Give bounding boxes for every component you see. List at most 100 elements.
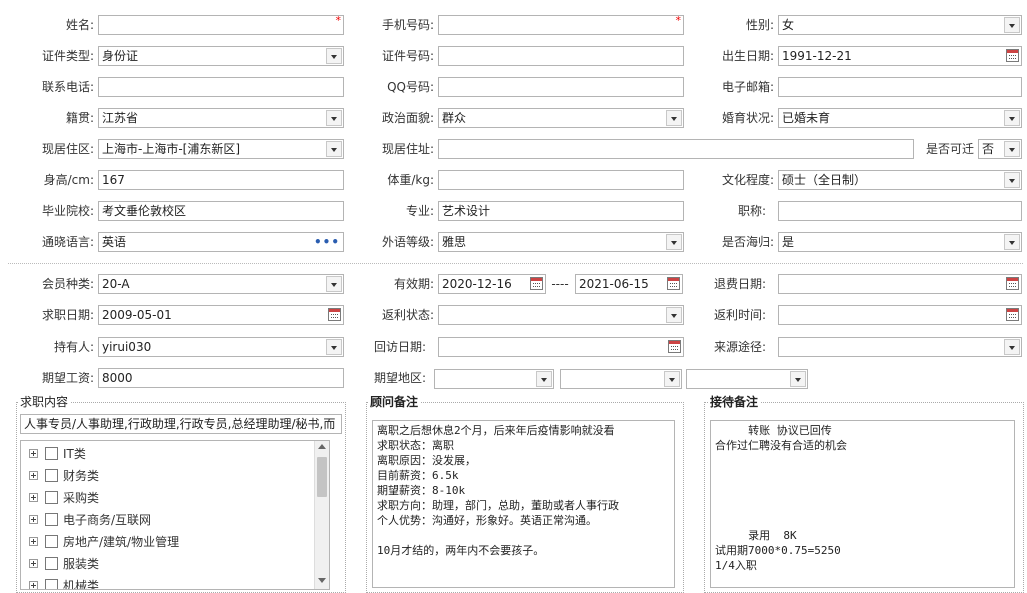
residence-address-label: 现居住址:: [381, 142, 434, 156]
political-value: 群众: [442, 111, 467, 125]
marital-select[interactable]: 已婚未育: [778, 108, 1022, 128]
calendar-icon[interactable]: [530, 277, 543, 290]
salary-label: 期望工资:: [41, 371, 94, 385]
region-city-select[interactable]: [560, 369, 682, 389]
scrollbar-thumb[interactable]: [317, 457, 327, 497]
plus-box-icon[interactable]: [29, 493, 38, 502]
language-field[interactable]: 英语 •••: [98, 232, 344, 252]
chevron-down-icon[interactable]: [326, 276, 342, 292]
chevron-down-icon[interactable]: [666, 110, 682, 126]
scroll-up-icon[interactable]: [318, 444, 326, 449]
residence-area-select[interactable]: 上海市-上海市-[浦东新区]: [98, 139, 344, 159]
checkbox-icon[interactable]: [45, 447, 58, 460]
member-type-select[interactable]: 20-A: [98, 274, 344, 294]
job-category-tree[interactable]: IT类 财务类 采购类 电子商务/互联网 房地产/建筑/物业管理 服装类 机械类: [20, 440, 330, 590]
holder-select[interactable]: yirui030: [98, 337, 344, 357]
plus-box-icon[interactable]: [29, 559, 38, 568]
valid-from-field[interactable]: 2020-12-16: [438, 274, 546, 294]
checkbox-icon[interactable]: [45, 535, 58, 548]
phone-field[interactable]: [98, 77, 344, 97]
checkbox-icon[interactable]: [45, 513, 58, 526]
checkbox-icon[interactable]: [45, 491, 58, 504]
chevron-down-icon[interactable]: [666, 307, 682, 323]
tree-item-label: 房地产/建筑/物业管理: [63, 535, 180, 549]
consultant-notes-textarea[interactable]: 离职之后想休息2个月，后来年后疫情影响就没看 求职状态：离职 离职原因：没发展，…: [372, 420, 675, 588]
rebate-time-field[interactable]: [778, 305, 1022, 325]
birth-date-field[interactable]: 1991-12-21: [778, 46, 1022, 66]
chevron-down-icon[interactable]: [664, 371, 680, 387]
chevron-down-icon[interactable]: [1004, 141, 1020, 157]
plus-box-icon[interactable]: [29, 581, 38, 589]
plus-box-icon[interactable]: [29, 537, 38, 546]
id-number-field[interactable]: [438, 46, 684, 66]
calendar-icon[interactable]: [1006, 308, 1019, 321]
region-district-select[interactable]: [686, 369, 808, 389]
chevron-down-icon[interactable]: [536, 371, 552, 387]
region-province-select[interactable]: [434, 369, 554, 389]
chevron-down-icon[interactable]: [1004, 110, 1020, 126]
rebate-status-select[interactable]: [438, 305, 684, 325]
checkbox-icon[interactable]: [45, 557, 58, 570]
relocate-select[interactable]: 否: [978, 139, 1022, 159]
chevron-down-icon[interactable]: [1004, 234, 1020, 250]
professional-title-field[interactable]: [778, 201, 1022, 221]
chevron-down-icon[interactable]: [326, 110, 342, 126]
tree-scrollbar[interactable]: [314, 441, 329, 589]
refund-date-field[interactable]: [778, 274, 1022, 294]
valid-to-field[interactable]: 2021-06-15: [575, 274, 683, 294]
section-divider: [8, 263, 1023, 264]
scroll-down-icon[interactable]: [318, 578, 326, 583]
chevron-down-icon[interactable]: [1004, 339, 1020, 355]
chevron-down-icon[interactable]: [666, 234, 682, 250]
plus-box-icon[interactable]: [29, 471, 38, 480]
native-place-select[interactable]: 江苏省: [98, 108, 344, 128]
plus-box-icon[interactable]: [29, 515, 38, 524]
gender-select[interactable]: 女: [778, 15, 1022, 35]
revisit-date-field[interactable]: [438, 337, 684, 357]
chevron-down-icon[interactable]: [326, 141, 342, 157]
residence-address-field[interactable]: [438, 139, 914, 159]
language-level-select[interactable]: 雅思: [438, 232, 684, 252]
email-field[interactable]: [778, 77, 1022, 97]
language-level-value: 雅思: [442, 235, 467, 249]
chevron-down-icon[interactable]: [1004, 17, 1020, 33]
overseas-select[interactable]: 是: [778, 232, 1022, 252]
school-field[interactable]: 考文垂伦敦校区: [98, 201, 344, 221]
name-field[interactable]: *: [98, 14, 344, 35]
calendar-icon[interactable]: [668, 340, 681, 353]
salary-field[interactable]: 8000: [98, 368, 344, 388]
job-content-summary[interactable]: 人事专员/人事助理,行政助理,行政专员,总经理助理/秘书,而: [20, 414, 342, 434]
reception-notes-title: 接待备注: [708, 395, 761, 409]
checkbox-icon[interactable]: [45, 469, 58, 482]
chevron-down-icon[interactable]: [326, 339, 342, 355]
major-field[interactable]: 艺术设计: [438, 201, 684, 221]
ellipsis-icon[interactable]: •••: [314, 233, 340, 251]
education-select[interactable]: 硕士（全日制）: [778, 170, 1022, 190]
job-date-field[interactable]: 2009-05-01: [98, 305, 344, 325]
mobile-field[interactable]: *: [438, 14, 684, 35]
holder-value: yirui030: [102, 340, 152, 354]
calendar-icon[interactable]: [1006, 49, 1019, 62]
weight-field[interactable]: [438, 170, 684, 190]
qq-field[interactable]: [438, 77, 684, 97]
weight-label: 体重/kg:: [387, 173, 434, 187]
plus-box-icon[interactable]: [29, 449, 38, 458]
chevron-down-icon[interactable]: [790, 371, 806, 387]
reception-notes-textarea[interactable]: 转账 协议已回传 合作过仁聘没有合适的机会 录用 8K 试用期7000*0.75…: [710, 420, 1015, 588]
political-select[interactable]: 群众: [438, 108, 684, 128]
valid-period-label: 有效期:: [393, 277, 434, 291]
name-label: 姓名:: [65, 18, 94, 32]
id-type-select[interactable]: 身份证: [98, 46, 344, 66]
phone-label: 联系电话:: [41, 80, 94, 94]
source-select[interactable]: [778, 337, 1022, 357]
height-field[interactable]: 167: [98, 170, 344, 190]
calendar-icon[interactable]: [667, 277, 680, 290]
tree-item-label: 服装类: [63, 557, 100, 571]
calendar-icon[interactable]: [328, 308, 341, 321]
tree-item-label: 采购类: [63, 491, 100, 505]
chevron-down-icon[interactable]: [326, 48, 342, 64]
chevron-down-icon[interactable]: [1004, 172, 1020, 188]
language-label: 通晓语言:: [41, 235, 94, 249]
checkbox-icon[interactable]: [45, 579, 58, 589]
calendar-icon[interactable]: [1006, 277, 1019, 290]
